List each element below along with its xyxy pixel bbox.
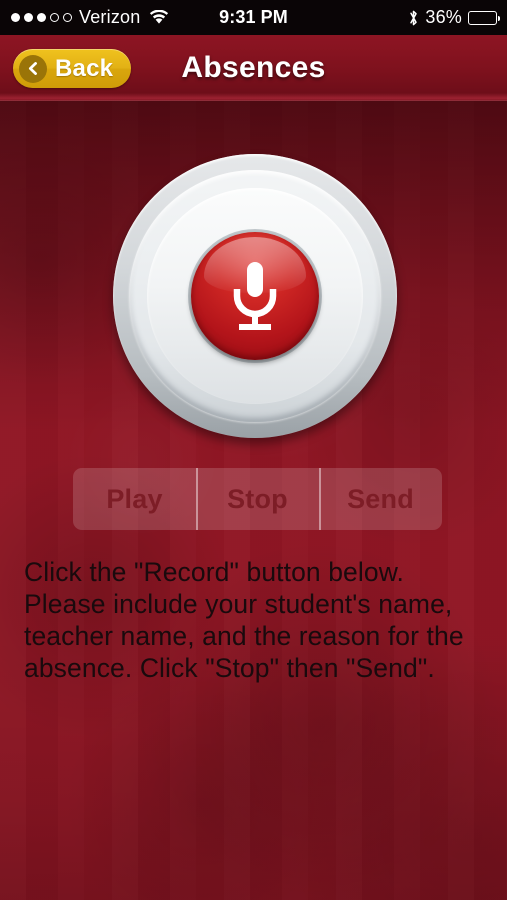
- main-content: Play Stop Send Click the "Record" button…: [0, 101, 507, 900]
- record-button-face: [147, 188, 363, 404]
- app-screen: Verizon 9:31 PM 36% Back Absences Play S…: [0, 0, 507, 900]
- play-button-label: Play: [106, 483, 163, 514]
- stop-button[interactable]: Stop: [196, 468, 319, 530]
- stop-button-label: Stop: [227, 483, 288, 514]
- record-button-inner[interactable]: [191, 232, 319, 360]
- microphone-icon: [233, 262, 277, 330]
- clock-label: 9:31 PM: [219, 7, 288, 27]
- instructions-text: Click the "Record" button below. Please …: [24, 557, 464, 683]
- navigation-bar: Back Absences: [0, 35, 507, 101]
- send-button[interactable]: Send: [319, 468, 442, 530]
- transport-segmented-control[interactable]: Play Stop Send: [73, 468, 442, 530]
- send-button-label: Send: [347, 483, 414, 514]
- play-button[interactable]: Play: [73, 468, 196, 530]
- battery-icon: [468, 10, 500, 25]
- record-button-outer-ring: [129, 170, 381, 422]
- status-bar: Verizon 9:31 PM 36%: [0, 0, 507, 35]
- record-button[interactable]: [113, 154, 397, 438]
- page-title: Absences: [181, 51, 326, 84]
